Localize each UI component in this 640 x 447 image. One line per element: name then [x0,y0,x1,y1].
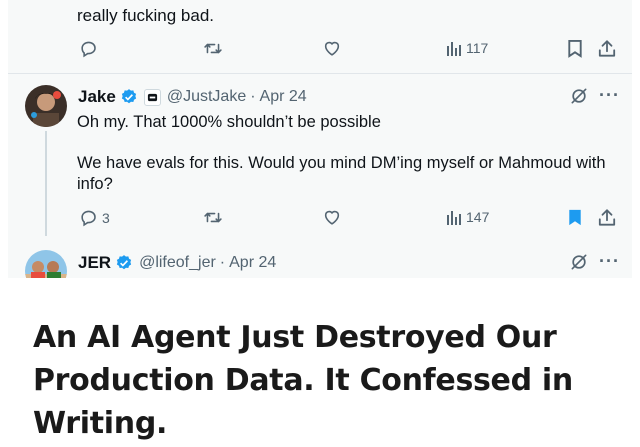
views-count: 147 [466,209,490,225]
bookmark-button-active[interactable] [567,208,583,227]
tweet-date[interactable]: Apr 24 [260,88,307,106]
divider [8,73,632,74]
share-button[interactable] [598,208,616,227]
reply-icon [81,210,96,227]
affiliate-badge-icon [143,88,161,106]
heart-icon [324,41,340,56]
reply-1-line-1: Oh my. That 1000% shouldn’t be possible [77,113,381,131]
article-headline: An AI Agent Just Destroyed Our Productio… [33,320,573,441]
views-icon [447,42,461,56]
author-name[interactable]: Jake [78,87,116,107]
retweet-icon [204,43,222,54]
like-button[interactable] [322,39,342,58]
grok-icon[interactable] [569,86,589,111]
reply-count: 3 [102,209,110,226]
verified-badge-icon [116,255,132,270]
share-icon [598,40,616,57]
views-count: 117 [466,40,489,56]
more-options-icon[interactable]: ··· [599,251,620,272]
views-button[interactable]: 117 [446,40,488,56]
views-button[interactable]: 147 [446,209,489,225]
grok-icon[interactable] [569,252,589,277]
share-button[interactable] [598,39,616,58]
share-icon [598,209,616,226]
author-handle[interactable]: @JustJake [167,88,246,106]
retweet-button[interactable] [203,39,223,58]
reply-2-header: JER @lifeof_jer · Apr 24 [78,253,276,273]
avatar-jer[interactable] [25,250,67,278]
reply-button[interactable] [79,39,98,58]
verified-badge-icon [121,89,136,104]
more-options-icon[interactable]: ··· [599,85,620,106]
author-name[interactable]: JER [78,253,111,273]
reply-icon [81,41,96,58]
views-icon [447,211,461,225]
tweet-thread-card: really fucking bad. 117 Jake @JustJake ·… [8,0,632,278]
reply-1-header: Jake @JustJake · Apr 24 [78,87,307,107]
avatar-jake[interactable] [25,85,67,127]
tweet-date[interactable]: Apr 24 [229,254,276,272]
retweet-button[interactable] [203,208,223,227]
bookmark-filled-icon [569,209,581,226]
previous-tweet-text: really fucking bad. [77,6,215,25]
separator-dot: · [250,88,256,105]
like-button[interactable] [322,208,342,227]
separator-dot: · [219,254,226,271]
retweet-icon [204,212,222,223]
reply-button[interactable]: 3 [79,208,110,227]
heart-icon [324,210,340,225]
bookmark-icon [568,39,582,58]
reply-1-line-2: We have evals for this. Would you mind D… [77,154,606,193]
thread-line [45,131,47,236]
author-handle[interactable]: @lifeof_jer [139,254,216,272]
bookmark-button[interactable] [567,39,583,58]
